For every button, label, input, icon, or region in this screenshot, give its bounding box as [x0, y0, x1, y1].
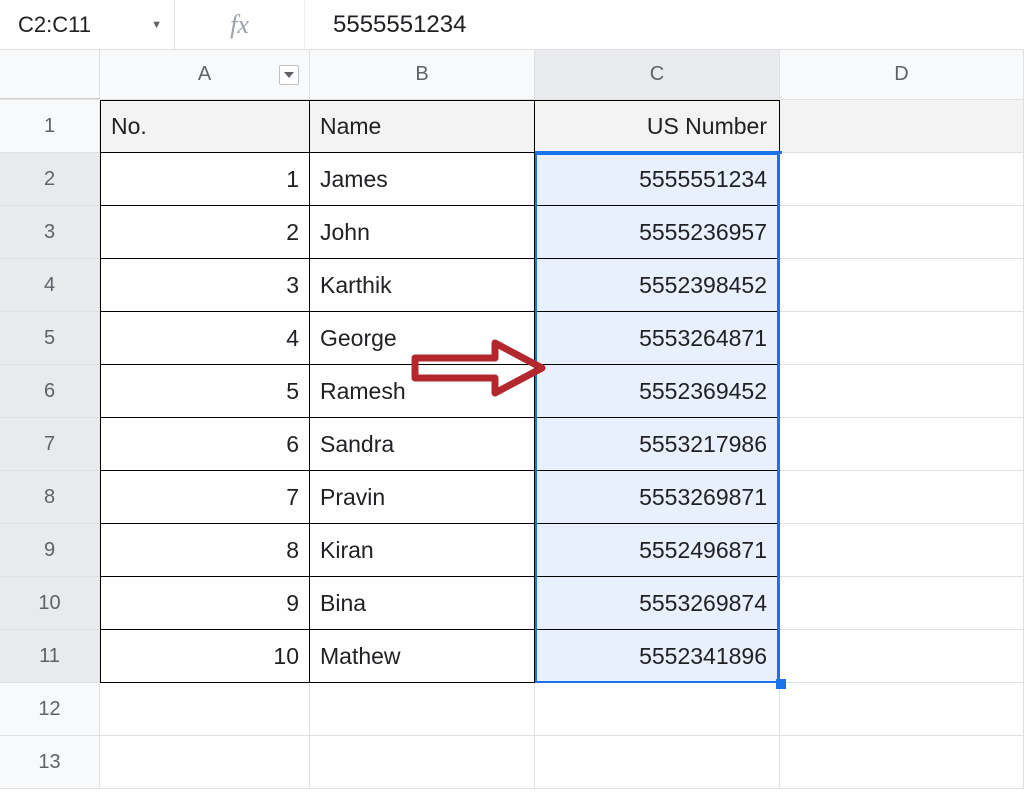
table-row: 7 6 Sandra 5553217986: [0, 418, 1024, 471]
row-header-3[interactable]: 3: [0, 206, 100, 259]
cell-D13[interactable]: [780, 736, 1024, 789]
formula-bar: C2:C11 ▼ fx 5555551234: [0, 0, 1024, 50]
cell-B11[interactable]: Mathew: [310, 630, 535, 683]
cell-A11[interactable]: 10: [100, 630, 310, 683]
cell-C2[interactable]: 5555551234: [535, 153, 780, 206]
cell-C1[interactable]: US Number: [535, 100, 780, 153]
cell-B13[interactable]: [310, 736, 535, 789]
table-row: 11 10 Mathew 5552341896: [0, 630, 1024, 683]
row-header-5[interactable]: 5: [0, 312, 100, 365]
table-row: 3 2 John 5555236957: [0, 206, 1024, 259]
selection-top-accent: [535, 151, 782, 154]
table-row: 12: [0, 683, 1024, 736]
cell-D4[interactable]: [780, 259, 1024, 312]
selection-handle[interactable]: [776, 679, 786, 689]
dropdown-icon[interactable]: [279, 65, 299, 85]
cell-C7[interactable]: 5553217986: [535, 418, 780, 471]
cell-D11[interactable]: [780, 630, 1024, 683]
row-header-1[interactable]: 1: [0, 100, 100, 153]
chevron-down-icon[interactable]: ▼: [151, 19, 162, 31]
cell-D3[interactable]: [780, 206, 1024, 259]
cell-C3[interactable]: 5555236957: [535, 206, 780, 259]
cell-C12[interactable]: [535, 683, 780, 736]
table-row: 10 9 Bina 5553269874: [0, 577, 1024, 630]
table-row: 4 3 Karthik 5552398452: [0, 259, 1024, 312]
cell-A7[interactable]: 6: [100, 418, 310, 471]
row-header-8[interactable]: 8: [0, 471, 100, 524]
row-header-10[interactable]: 10: [0, 577, 100, 630]
cell-D6[interactable]: [780, 365, 1024, 418]
cell-B9[interactable]: Kiran: [310, 524, 535, 577]
cell-D2[interactable]: [780, 153, 1024, 206]
cell-B12[interactable]: [310, 683, 535, 736]
cell-D7[interactable]: [780, 418, 1024, 471]
row-header-11[interactable]: 11: [0, 630, 100, 683]
cell-B2[interactable]: James: [310, 153, 535, 206]
fx-section: fx: [175, 0, 305, 49]
cell-B3[interactable]: John: [310, 206, 535, 259]
spreadsheet-grid: A B C D 1 No. Name US Number 2 1 James: [0, 50, 1024, 789]
row-header-6[interactable]: 6: [0, 365, 100, 418]
row-header-13[interactable]: 13: [0, 736, 100, 789]
cell-D8[interactable]: [780, 471, 1024, 524]
cell-D1[interactable]: [780, 100, 1024, 153]
select-all-corner[interactable]: [0, 50, 100, 99]
table-row: 8 7 Pravin 5553269871: [0, 471, 1024, 524]
cell-A8[interactable]: 7: [100, 471, 310, 524]
formula-input[interactable]: 5555551234: [305, 11, 466, 39]
arrow-icon: [410, 337, 550, 399]
cell-C11[interactable]: 5552341896: [535, 630, 780, 683]
cell-A2[interactable]: 1: [100, 153, 310, 206]
cell-D5[interactable]: [780, 312, 1024, 365]
cell-D12[interactable]: [780, 683, 1024, 736]
cell-C10[interactable]: 5553269874: [535, 577, 780, 630]
rows: 1 No. Name US Number 2 1 James 555555123…: [0, 100, 1024, 789]
cell-A3[interactable]: 2: [100, 206, 310, 259]
cell-C13[interactable]: [535, 736, 780, 789]
column-headers: A B C D: [0, 50, 1024, 100]
name-box[interactable]: C2:C11 ▼: [0, 0, 175, 49]
cell-C8[interactable]: 5553269871: [535, 471, 780, 524]
row-header-4[interactable]: 4: [0, 259, 100, 312]
cell-D10[interactable]: [780, 577, 1024, 630]
cell-B4[interactable]: Karthik: [310, 259, 535, 312]
cell-B10[interactable]: Bina: [310, 577, 535, 630]
cell-A6[interactable]: 5: [100, 365, 310, 418]
cell-A4[interactable]: 3: [100, 259, 310, 312]
table-row: 9 8 Kiran 5552496871: [0, 524, 1024, 577]
cell-C5[interactable]: 5553264871: [535, 312, 780, 365]
cell-C9[interactable]: 5552496871: [535, 524, 780, 577]
cell-C4[interactable]: 5552398452: [535, 259, 780, 312]
cell-B8[interactable]: Pravin: [310, 471, 535, 524]
cell-A12[interactable]: [100, 683, 310, 736]
column-header-D[interactable]: D: [780, 50, 1024, 99]
column-header-A[interactable]: A: [100, 50, 310, 99]
cell-D9[interactable]: [780, 524, 1024, 577]
cell-B7[interactable]: Sandra: [310, 418, 535, 471]
row-header-2[interactable]: 2: [0, 153, 100, 206]
cell-C6[interactable]: 5552369452: [535, 365, 780, 418]
fx-icon: fx: [230, 10, 249, 40]
cell-A10[interactable]: 9: [100, 577, 310, 630]
row-header-7[interactable]: 7: [0, 418, 100, 471]
cell-B1[interactable]: Name: [310, 100, 535, 153]
table-row: 13: [0, 736, 1024, 789]
row-header-12[interactable]: 12: [0, 683, 100, 736]
column-header-C[interactable]: C: [535, 50, 780, 99]
cell-A9[interactable]: 8: [100, 524, 310, 577]
table-row: 2 1 James 5555551234: [0, 153, 1024, 206]
column-header-B[interactable]: B: [310, 50, 535, 99]
name-box-value: C2:C11: [18, 12, 91, 38]
cell-A1[interactable]: No.: [100, 100, 310, 153]
cell-A5[interactable]: 4: [100, 312, 310, 365]
cell-A13[interactable]: [100, 736, 310, 789]
table-row: 1 No. Name US Number: [0, 100, 1024, 153]
row-header-9[interactable]: 9: [0, 524, 100, 577]
